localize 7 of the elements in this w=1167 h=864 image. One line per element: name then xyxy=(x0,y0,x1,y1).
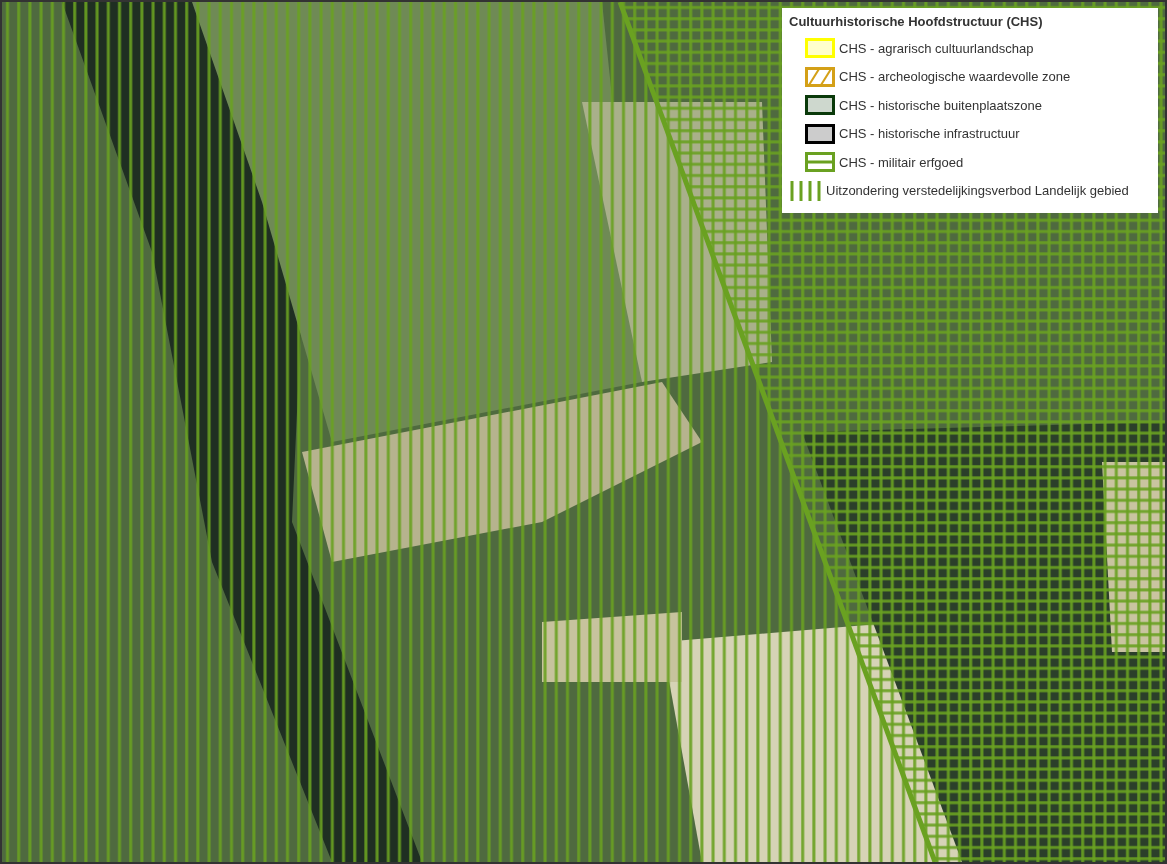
legend-title: Cultuurhistorische Hoofdstructuur (CHS) xyxy=(789,14,1044,29)
legend-label: CHS - militair erfgoed xyxy=(839,154,964,170)
legend-label: CHS - historische buitenplaatszone xyxy=(839,97,1043,113)
legend-label: Uitzondering verstedelijkingsverbod Landelijk gebied xyxy=(826,183,1129,199)
legend-label: CHS - archeologische waardevolle zone xyxy=(839,69,1071,85)
legend-label: CHS - historische infrastructuur xyxy=(839,126,1020,142)
legend-label: CHS - agrarisch cultuurlandschap xyxy=(839,40,1034,56)
